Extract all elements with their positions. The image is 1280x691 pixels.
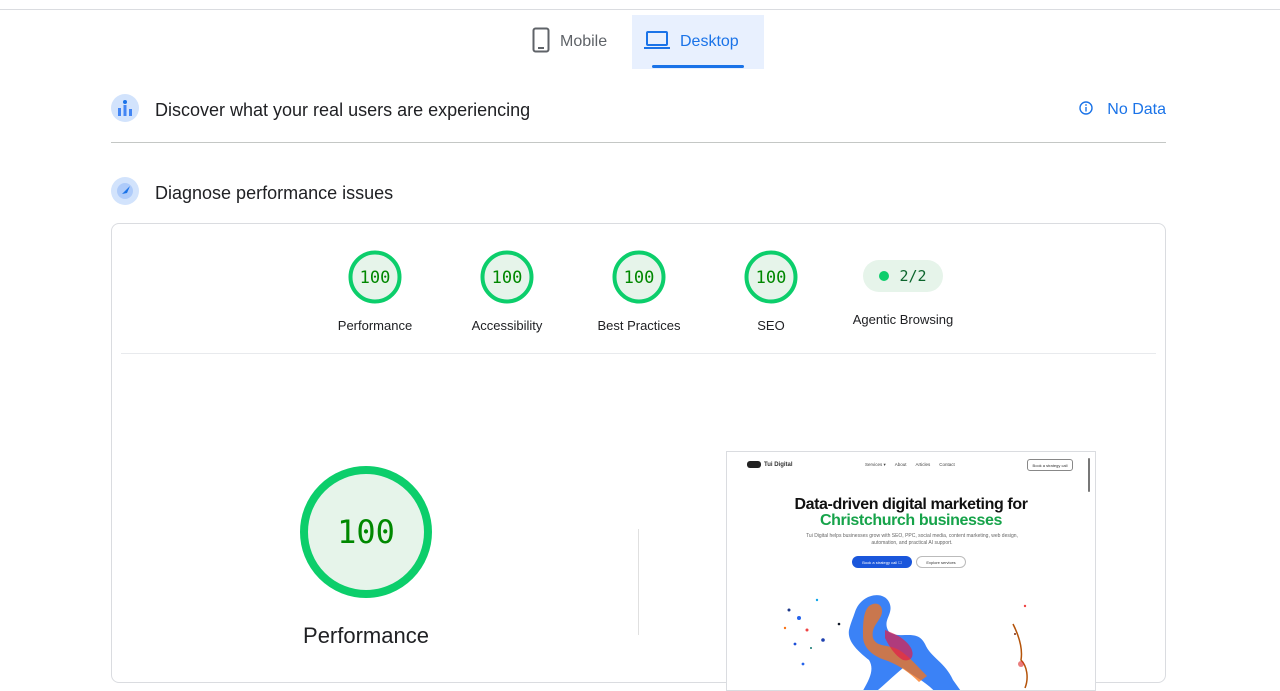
agentic-value: 2/2	[899, 267, 927, 285]
device-tabs: Mobile Desktop	[520, 15, 764, 69]
gauge-label: Accessibility	[471, 318, 543, 333]
gauge-label: SEO	[757, 318, 785, 333]
tab-desktop[interactable]: Desktop	[632, 15, 764, 69]
diagnose-icon	[111, 176, 139, 210]
thumb-nav-links: Services ▾ About Articles Contact	[865, 462, 955, 467]
thumb-cta-top: Book a strategy call	[1027, 459, 1073, 471]
no-data-status[interactable]: No Data	[1079, 100, 1166, 120]
diagnose-section: Diagnose performance issues	[111, 176, 1166, 210]
score-gauges: 100 Performance 100 Accessibility 100 Be…	[112, 224, 1165, 354]
thumb-headline-1: Data-driven digital marketing for	[794, 496, 1028, 513]
main-gauge-score: 100	[337, 513, 395, 551]
hero-illustration	[783, 595, 1028, 690]
crux-title: Discover what your real users are experi…	[155, 99, 531, 120]
no-data-label: No Data	[1107, 101, 1166, 118]
gauge-label: Best Practices	[597, 318, 681, 333]
page-screenshot-thumbnail: Tui Digital Services ▾ About Articles Co…	[726, 451, 1096, 691]
diagnose-title: Diagnose performance issues	[155, 182, 394, 203]
gauge-accessibility[interactable]: 100 Accessibility	[447, 250, 567, 333]
top-divider	[0, 9, 1280, 10]
info-icon	[1079, 100, 1093, 120]
thumb-logo: Tui Digital	[747, 461, 793, 468]
thumb-button-primary: Book a strategy call ☐	[852, 556, 912, 568]
gauge-score: 100	[360, 268, 391, 288]
crux-section: Discover what your real users are experi…	[111, 93, 1166, 127]
gauge-score: 100	[624, 268, 655, 288]
main-gauge-label: Performance	[303, 623, 429, 648]
tab-mobile[interactable]: Mobile	[520, 15, 632, 69]
thumb-scrollbar	[1088, 458, 1090, 492]
agentic-pill: 2/2	[863, 260, 943, 292]
gauge-performance[interactable]: 100 Performance	[315, 250, 435, 333]
gauge-label: Agentic Browsing	[852, 312, 954, 327]
thumb-subtext: Tui Digital helps businesses grow with S…	[806, 533, 1018, 546]
smartphone-icon	[532, 27, 550, 58]
gauge-score: 100	[492, 268, 523, 288]
thumb-headline-2: Christchurch businesses	[820, 512, 1002, 529]
vertical-divider	[638, 529, 639, 635]
card-divider	[121, 353, 1156, 354]
gauge-seo[interactable]: 100 SEO	[711, 250, 831, 333]
laptop-icon	[644, 30, 670, 55]
pass-dot-icon	[879, 271, 890, 281]
tab-mobile-label: Mobile	[560, 33, 608, 50]
tab-selected-indicator	[652, 65, 744, 68]
gauge-score: 100	[756, 268, 787, 288]
gauge-label: Performance	[337, 318, 413, 333]
main-performance-gauge: 100 Performance	[299, 465, 433, 648]
bird-logo-icon	[747, 461, 761, 468]
gauge-best-practices[interactable]: 100 Best Practices	[579, 250, 699, 333]
tab-desktop-label: Desktop	[680, 33, 739, 50]
report-card: 100 Performance 100 Accessibility 100 Be…	[111, 223, 1166, 691]
thumb-nav: Tui Digital Services ▾ About Articles Co…	[747, 459, 1095, 473]
section-divider	[111, 142, 1166, 143]
users-chart-icon	[111, 93, 139, 127]
thumb-button-secondary: Explore services	[916, 556, 966, 568]
gauge-agentic-browsing[interactable]: 2/2 Agentic Browsing	[843, 250, 963, 327]
